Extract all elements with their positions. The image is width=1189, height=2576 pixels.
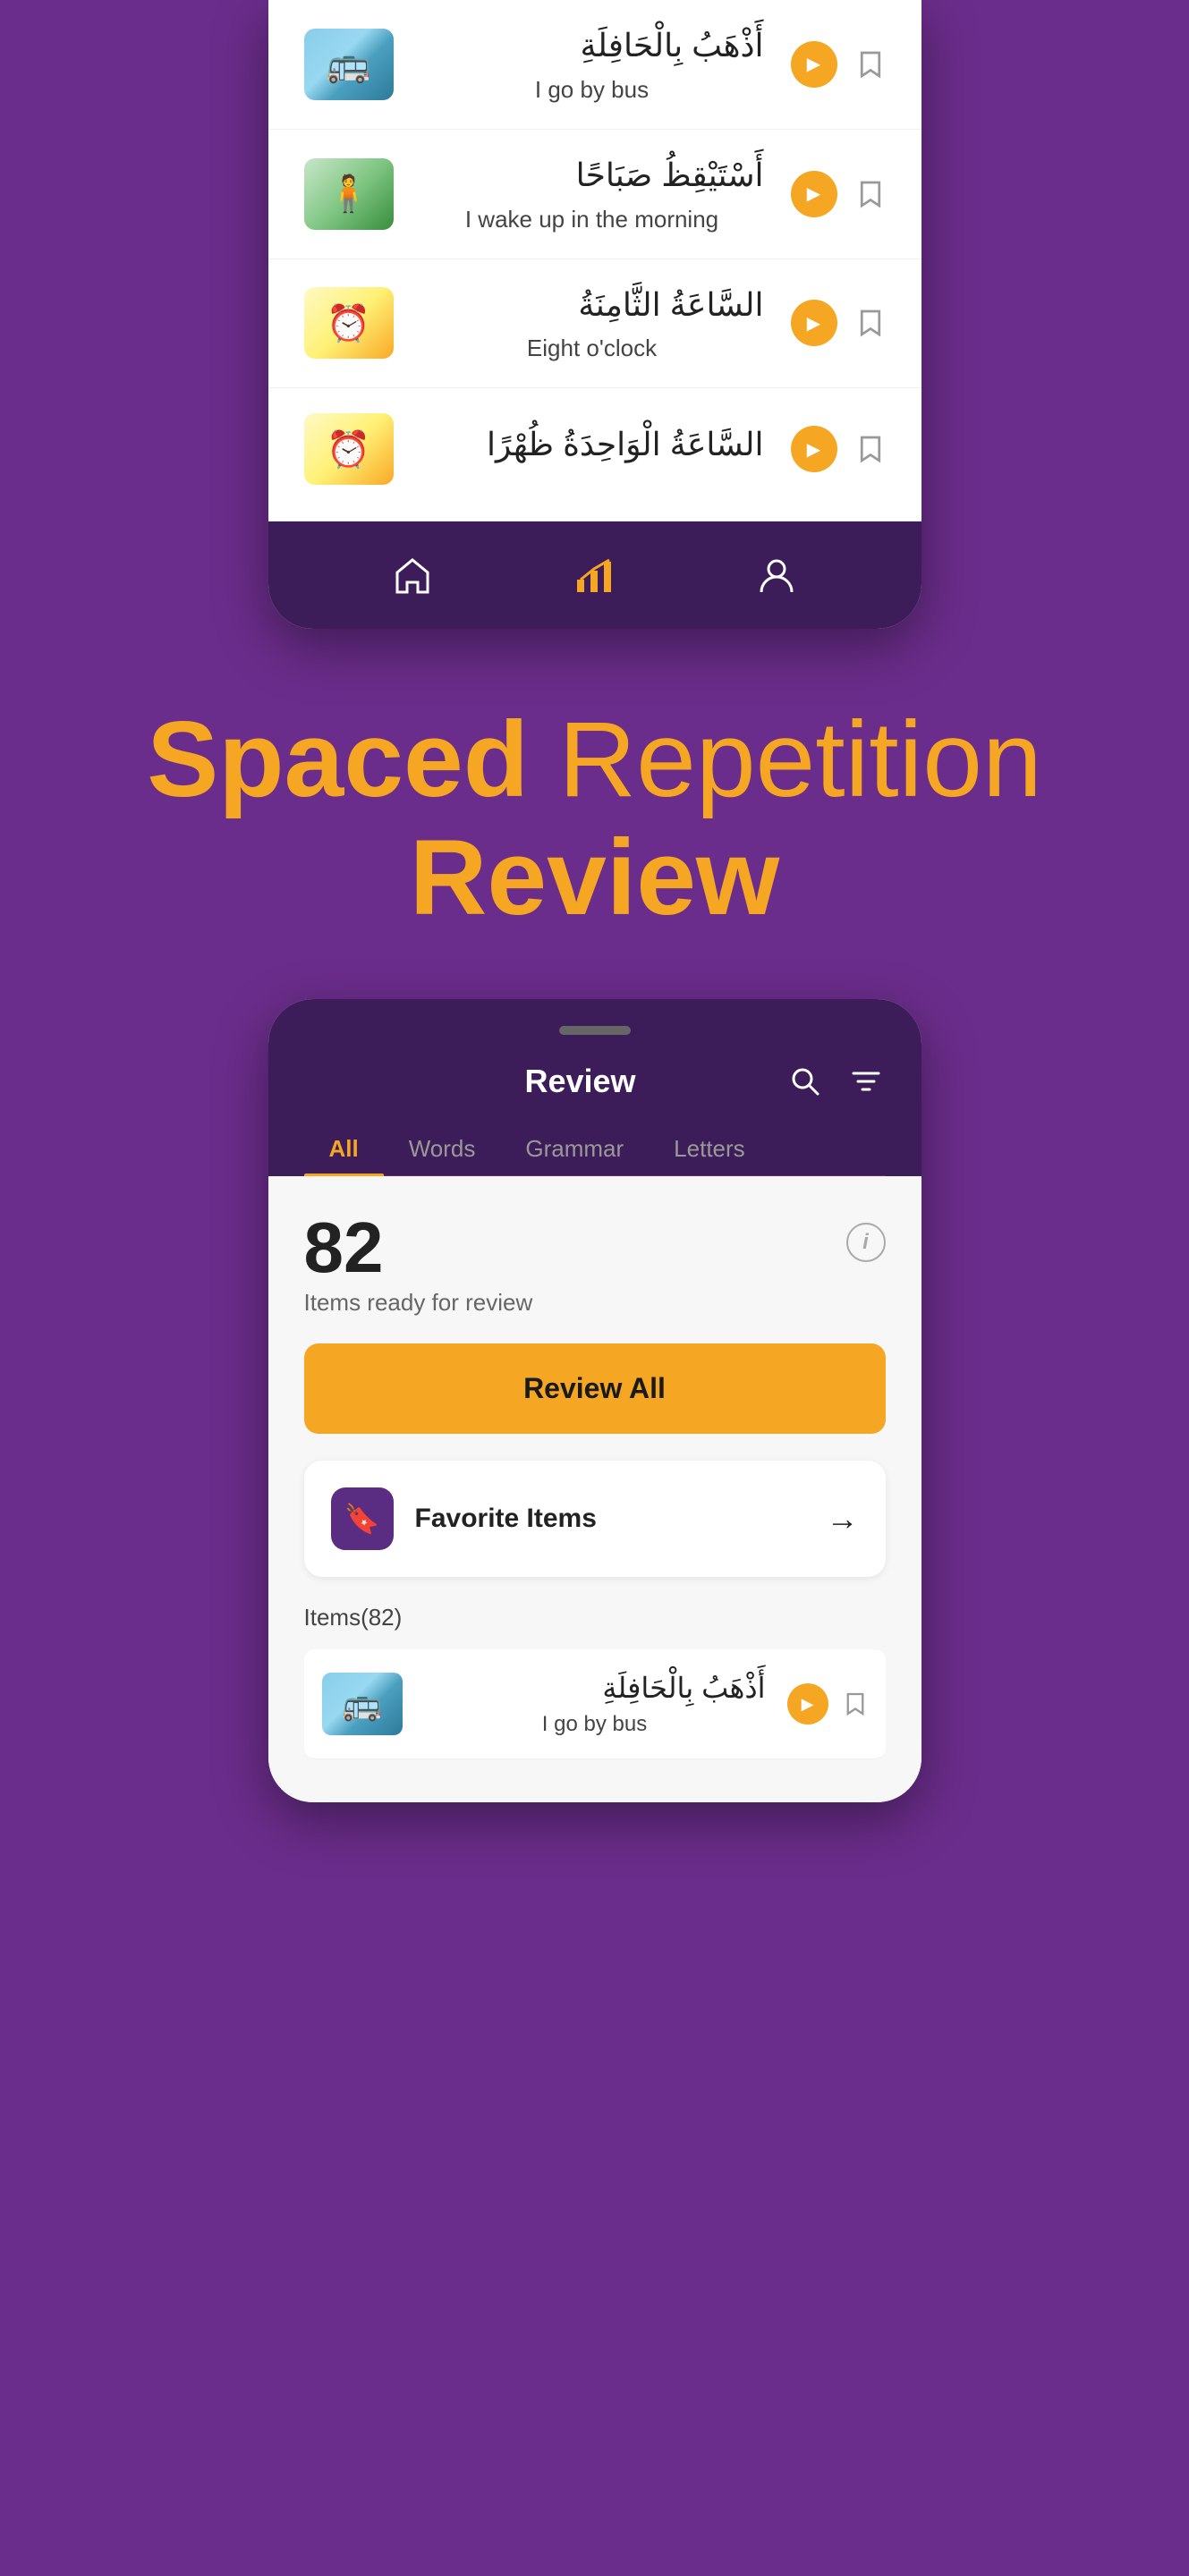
bottom-nav [268, 521, 921, 629]
favorite-card-left: 🔖 Favorite Items [331, 1487, 597, 1550]
bookmark-button-one[interactable] [855, 431, 886, 467]
tab-grammar[interactable]: Grammar [500, 1123, 649, 1175]
arabic-text-morning: أَسْتَيْقِظُ صَبَاحًا [420, 155, 764, 197]
tab-words[interactable]: Words [384, 1123, 501, 1175]
vocab-actions-bus [791, 41, 886, 88]
vocab-image-clock: ⏰ [304, 287, 394, 359]
bottom-vocab-content-bus: أَذْهَبُ بِالْحَافِلَةِ I go by bus [424, 1671, 766, 1737]
vocab-item-bus: 🚌 أَذْهَبُ بِالْحَافِلَةِ I go by bus [268, 0, 921, 130]
vocab-item-morning: 🧍 أَسْتَيْقِظُ صَبَاحًا I wake up in the… [268, 130, 921, 259]
arrow-right-icon[interactable]: → [827, 1500, 859, 1538]
vocab-content-eight: السَّاعَةُ الثَّامِنَةُ Eight o'clock [420, 284, 764, 363]
tab-all[interactable]: All [304, 1123, 384, 1175]
filter-button[interactable] [846, 1062, 886, 1101]
bookmark-button-morning[interactable] [855, 176, 886, 212]
vocab-content-morning: أَسْتَيْقِظُ صَبَاحًا I wake up in the m… [420, 155, 764, 233]
bookmark-icon: 🔖 [344, 1502, 380, 1536]
vocab-actions-one [791, 426, 886, 472]
bottom-arabic-text-bus: أَذْهَبُ بِالْحَافِلَةِ [424, 1671, 766, 1705]
arabic-text-bus: أَذْهَبُ بِالْحَافِلَةِ [420, 25, 764, 67]
english-text-bus: I go by bus [420, 76, 764, 104]
vocab-content-one: السَّاعَةُ الْوَاحِدَةُ ظُهْرًا [420, 424, 764, 475]
vocab-actions-eight [791, 300, 886, 346]
bottom-english-text-bus: I go by bus [424, 1712, 766, 1737]
review-all-button[interactable]: Review All [304, 1343, 886, 1434]
review-count-row: 82 Items ready for review i [304, 1212, 886, 1317]
nav-profile[interactable] [754, 553, 799, 597]
vocab-item-one: ⏰ السَّاعَةُ الْوَاحِدَةُ ظُهْرًا [268, 388, 921, 521]
vocab-actions-morning [791, 171, 886, 217]
sound-button-one[interactable] [791, 426, 837, 472]
items-count-label: Items(82) [304, 1604, 886, 1631]
bottom-vocab-image-bus: 🚌 [322, 1673, 403, 1735]
favorite-items-card[interactable]: 🔖 Favorite Items → [304, 1461, 886, 1577]
headline-section: Spaced Repetition Review [93, 629, 1096, 999]
headline-text: Spaced Repetition Review [147, 700, 1042, 936]
nav-stats[interactable] [572, 553, 616, 597]
vocab-image-bus: 🚌 [304, 29, 394, 100]
tab-letters[interactable]: Letters [649, 1123, 770, 1175]
sound-button-morning[interactable] [791, 171, 837, 217]
review-content: 82 Items ready for review i Review All 🔖… [268, 1176, 921, 1802]
vocab-image-one: ⏰ [304, 413, 394, 485]
tabs-row: All Words Grammar Letters [304, 1123, 886, 1176]
vocab-item-eight: ⏰ السَّاعَةُ الثَّامِنَةُ Eight o'clock [268, 259, 921, 389]
bottom-vocab-item-bus: 🚌 أَذْهَبُ بِالْحَافِلَةِ I go by bus [304, 1649, 886, 1759]
english-text-eight: Eight o'clock [420, 335, 764, 362]
bookmark-button-eight[interactable] [855, 305, 886, 341]
favorite-label: Favorite Items [415, 1504, 597, 1534]
vocab-content-bus: أَذْهَبُ بِالْحَافِلَةِ I go by bus [420, 25, 764, 104]
top-phone: 🚌 أَذْهَبُ بِالْحَافِلَةِ I go by bus 🧍 … [268, 0, 921, 629]
phone-title-row: Review [304, 1053, 886, 1123]
review-count-section: 82 Items ready for review [304, 1212, 533, 1317]
bottom-phone: Review All Wor [268, 999, 921, 1802]
bookmark-button-bus[interactable] [855, 47, 886, 82]
sound-button-bus[interactable] [791, 41, 837, 88]
arabic-text-one: السَّاعَةُ الْوَاحِدَةُ ظُهْرًا [420, 424, 764, 466]
notch-area [304, 1026, 886, 1035]
nav-home[interactable] [390, 553, 435, 597]
info-button[interactable]: i [846, 1223, 886, 1262]
review-count-label: Items ready for review [304, 1289, 533, 1317]
english-text-morning: I wake up in the morning [420, 206, 764, 233]
bottom-bookmark-button-bus[interactable] [843, 1689, 868, 1719]
search-button[interactable] [786, 1062, 825, 1101]
phone-header: Review All Wor [268, 999, 921, 1176]
header-icons [786, 1062, 886, 1101]
notch [559, 1026, 631, 1035]
bottom-sound-button-bus[interactable] [787, 1683, 828, 1724]
review-count: 82 [304, 1212, 533, 1284]
arabic-text-eight: السَّاعَةُ الثَّامِنَةُ [420, 284, 764, 326]
headline-rest: Repetition [529, 699, 1042, 819]
bottom-vocab-actions-bus [787, 1683, 868, 1724]
favorite-icon-wrap: 🔖 [331, 1487, 394, 1550]
vocab-list-top: 🚌 أَذْهَبُ بِالْحَافِلَةِ I go by bus 🧍 … [268, 0, 921, 521]
vocab-image-morning: 🧍 [304, 158, 394, 230]
sound-button-eight[interactable] [791, 300, 837, 346]
review-title: Review [376, 1063, 786, 1100]
headline-bold: Spaced [147, 699, 529, 819]
headline-line2: Review [410, 818, 780, 937]
